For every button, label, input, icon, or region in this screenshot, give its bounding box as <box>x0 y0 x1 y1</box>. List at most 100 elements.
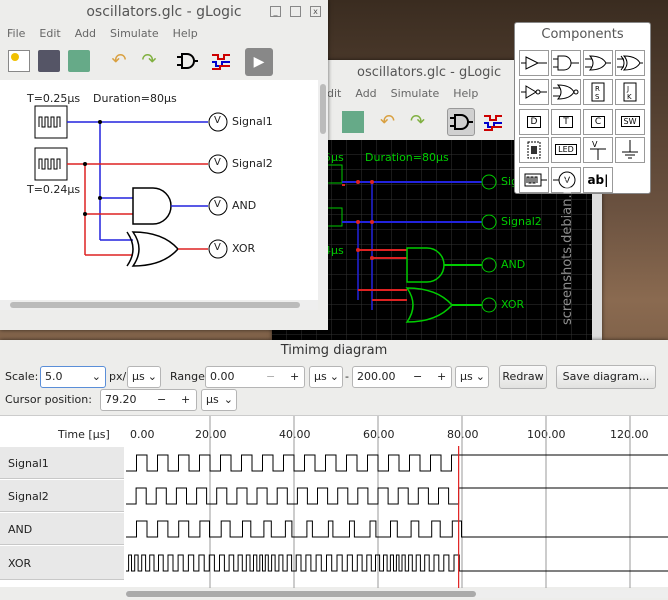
nand-icon[interactable] <box>551 79 581 105</box>
waveform-area[interactable] <box>126 416 668 588</box>
chevron-down-icon: ⌄ <box>475 370 485 383</box>
jk-flipflop-icon[interactable]: JK <box>615 79 645 105</box>
circuit-canvas[interactable]: T=0.25μs Duration=80μs T=0.24μs V V V V … <box>0 80 318 300</box>
print-icon[interactable] <box>38 50 60 72</box>
d-flipflop-icon[interactable]: D <box>519 109 549 135</box>
row-label-xor: XOR <box>0 545 124 580</box>
main-menubar: File Edit Add Simulate Help <box>0 25 328 44</box>
scale-unit-select[interactable]: μs ⌄ <box>127 366 161 388</box>
horizontal-scrollbar[interactable] <box>0 300 318 310</box>
menu-item-edit[interactable]: Edit <box>32 25 67 42</box>
timing-diagram-icon[interactable] <box>210 50 232 72</box>
buffer-icon[interactable] <box>519 50 549 76</box>
xor-icon[interactable] <box>615 50 645 76</box>
range-to-decrement[interactable]: − <box>413 367 422 387</box>
cursor-unit: μs <box>206 393 219 406</box>
scale-value: 5.0 <box>45 370 63 383</box>
save-diagram-button[interactable]: Save diagram... <box>556 365 656 389</box>
scale-label: Scale: <box>5 370 39 383</box>
redraw-button[interactable]: Redraw <box>499 365 547 389</box>
save-icon[interactable] <box>68 50 90 72</box>
vdd-icon[interactable]: V <box>583 137 613 163</box>
close-button[interactable]: x <box>310 6 321 17</box>
back-duration-label: Duration=80μs <box>365 151 449 164</box>
cursor-position-label: Cursor position: <box>5 393 92 406</box>
probe-v-and: V <box>214 199 221 210</box>
timing-diagram-icon[interactable] <box>482 111 504 133</box>
new-file-icon[interactable] <box>8 50 30 72</box>
or-icon[interactable] <box>583 50 613 76</box>
d-flipflop-label: D <box>526 116 542 128</box>
back-output-and: AND <box>501 258 526 271</box>
range-label: Range: <box>170 370 209 383</box>
menu-item-simulate[interactable]: Simulate <box>384 85 447 102</box>
probe-v-signal1: V <box>214 115 221 126</box>
menu-item-simulate[interactable]: Simulate <box>103 25 166 42</box>
osc2-period-label: T=0.24μs <box>27 183 81 196</box>
minimize-button[interactable]: _ <box>270 6 281 17</box>
signal1-waveform <box>126 454 668 472</box>
switch-icon[interactable]: SW <box>615 109 645 135</box>
range-to-input[interactable]: 200.00 − + <box>352 366 452 388</box>
timing-window[interactable]: Timimg diagram Scale: 5.0 ⌄ px/ μs ⌄ Range… <box>0 340 668 600</box>
undo-icon[interactable]: ↶ <box>108 50 130 72</box>
and-icon[interactable] <box>551 50 581 76</box>
range-from-increment[interactable]: + <box>290 367 299 387</box>
sr-flipflop-icon[interactable]: RS <box>583 79 613 105</box>
watermark-text: screenshots.debian.net <box>560 173 575 325</box>
scale-input[interactable]: 5.0 ⌄ <box>40 366 106 388</box>
gate-tool-icon[interactable] <box>176 50 198 72</box>
save-icon[interactable] <box>342 111 364 133</box>
menu-item-add[interactable]: Add <box>348 85 383 102</box>
output-xor-label: XOR <box>232 242 256 255</box>
chevron-down-icon[interactable]: ⌄ <box>92 367 101 387</box>
menu-item-help[interactable]: Help <box>446 85 485 102</box>
maximize-button[interactable] <box>290 6 301 17</box>
range-from-decrement[interactable]: − <box>266 367 275 387</box>
cursor-decrement[interactable]: − <box>157 390 166 410</box>
menu-item-help[interactable]: Help <box>166 25 205 42</box>
range-from-unit-select[interactable]: μs ⌄ <box>309 366 343 388</box>
menu-item-file[interactable]: File <box>0 25 32 42</box>
range-dash: - <box>345 370 349 383</box>
main-window[interactable]: oscillators.glc - gLogic _ x File Edit Add… <box>0 0 328 330</box>
redo-icon[interactable]: ↷ <box>410 111 432 133</box>
svg-text:K: K <box>627 93 632 101</box>
oscillator-icon[interactable] <box>519 167 549 193</box>
undo-icon[interactable]: ↶ <box>380 111 402 133</box>
text-icon[interactable]: ab| <box>583 167 613 193</box>
switch-label: SW <box>620 116 640 127</box>
vertical-scrollbar[interactable] <box>318 80 328 300</box>
range-from-input[interactable]: 0.00 − + <box>205 366 305 388</box>
timing-window-title: Timimg diagram <box>0 340 668 362</box>
c-flipflop-icon[interactable]: C <box>583 109 613 135</box>
range-to-increment[interactable]: + <box>437 367 446 387</box>
row-label-signal1: Signal1 <box>0 446 124 479</box>
duration-label: Duration=80μs <box>93 92 177 105</box>
output-and-label: AND <box>232 199 257 212</box>
timing-table: Time [μs] 0.00 20.00 40.00 60.00 80.00 1… <box>0 415 668 588</box>
range-to-unit-select[interactable]: μs ⌄ <box>455 366 489 388</box>
probe-v-xor: V <box>214 242 221 253</box>
cursor-position-input[interactable]: 79.20 − + <box>100 389 197 411</box>
run-simulation-button[interactable]: ▶ <box>245 48 273 76</box>
menu-item-add[interactable]: Add <box>68 25 103 42</box>
back-output-signal2: Signal2 <box>501 215 542 228</box>
cursor-unit-select[interactable]: μs ⌄ <box>201 389 237 411</box>
components-palette: Components RS JK D T C SW LED V V ab| <box>514 22 651 194</box>
ground-icon[interactable] <box>615 137 645 163</box>
cursor-increment[interactable]: + <box>181 390 190 410</box>
main-toolbar: ↶ ↷ ▶ <box>0 44 328 78</box>
svg-text:R: R <box>595 85 600 93</box>
range-from-value: 0.00 <box>210 370 235 383</box>
gate-tool-icon[interactable] <box>447 108 475 136</box>
redo-icon[interactable]: ↷ <box>138 50 160 72</box>
not-icon[interactable] <box>519 79 549 105</box>
row-label-signal2: Signal2 <box>0 479 124 512</box>
svg-text:J: J <box>626 85 629 93</box>
chip-icon[interactable] <box>519 137 549 163</box>
signal2-waveform <box>126 487 668 505</box>
range-to-unit: μs <box>460 370 473 383</box>
range-from-unit: μs <box>314 370 327 383</box>
timing-horizontal-scrollbar[interactable] <box>126 590 668 598</box>
